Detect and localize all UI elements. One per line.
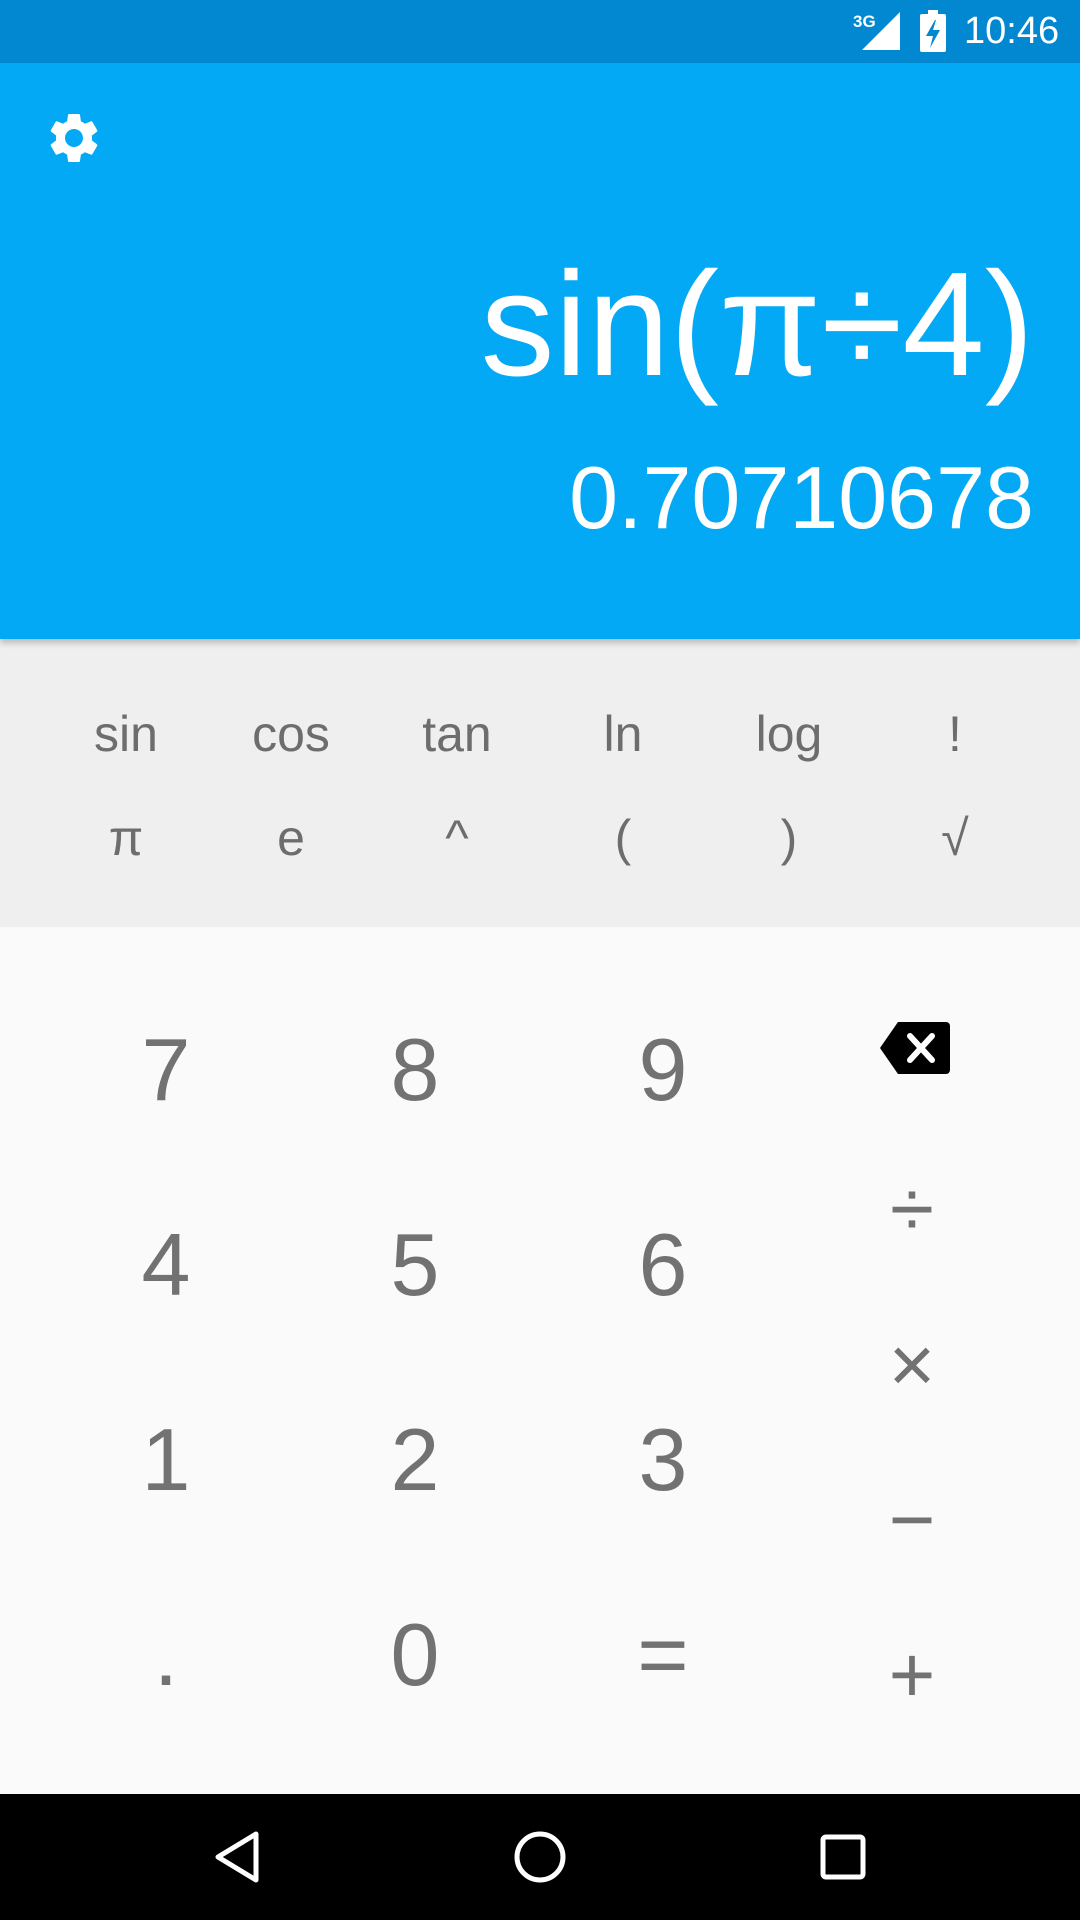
power-button[interactable]: ^ [374,793,540,883]
network-type: 3G [853,12,876,31]
digit-9-button[interactable]: 9 [543,995,783,1145]
digit-6-button[interactable]: 6 [543,1190,783,1340]
divide-button[interactable]: ÷ [812,1144,1012,1274]
digit-2-button[interactable]: 2 [295,1385,535,1535]
sqrt-button[interactable]: √ [872,793,1038,883]
factorial-button[interactable]: ! [872,689,1038,779]
e-button[interactable]: e [208,793,374,883]
result-display: 0.70710678 [569,448,1034,547]
home-circle-icon[interactable] [505,1822,575,1892]
digit-8-button[interactable]: 8 [295,995,535,1145]
digit-1-button[interactable]: 1 [46,1385,286,1535]
right-paren-button[interactable]: ) [706,793,872,883]
sin-button[interactable]: sin [43,689,209,779]
left-paren-button[interactable]: ( [540,793,706,883]
advanced-function-pad: sin cos tan ln log ! π e ^ ( ) √ [0,639,1080,927]
cos-button[interactable]: cos [208,689,374,779]
backspace-icon[interactable] [880,1020,950,1076]
expression-display[interactable]: sin(π÷4) [481,235,1034,415]
subtract-button[interactable]: − [812,1455,1012,1585]
recents-square-icon[interactable] [808,1822,878,1892]
calculator-display: sin(π÷4) 0.70710678 [0,63,1080,639]
equals-button[interactable]: = [543,1580,783,1730]
status-bar: 3G 10:46 [0,0,1080,63]
multiply-button[interactable]: × [812,1300,1012,1430]
navigation-bar [0,1794,1080,1920]
battery-charging-icon [920,10,946,52]
gear-icon[interactable] [44,108,104,168]
add-button[interactable]: + [812,1610,1012,1740]
digit-3-button[interactable]: 3 [543,1385,783,1535]
clock: 10:46 [964,10,1060,52]
log-button[interactable]: log [706,689,872,779]
digit-7-button[interactable]: 7 [46,995,286,1145]
back-triangle-icon[interactable] [202,1822,272,1892]
digit-5-button[interactable]: 5 [295,1190,535,1340]
ln-button[interactable]: ln [540,689,706,779]
digit-4-button[interactable]: 4 [46,1190,286,1340]
digit-0-button[interactable]: 0 [295,1580,535,1730]
tan-button[interactable]: tan [374,689,540,779]
pi-button[interactable]: π [43,793,209,883]
decimal-point-button[interactable]: . [46,1580,286,1730]
